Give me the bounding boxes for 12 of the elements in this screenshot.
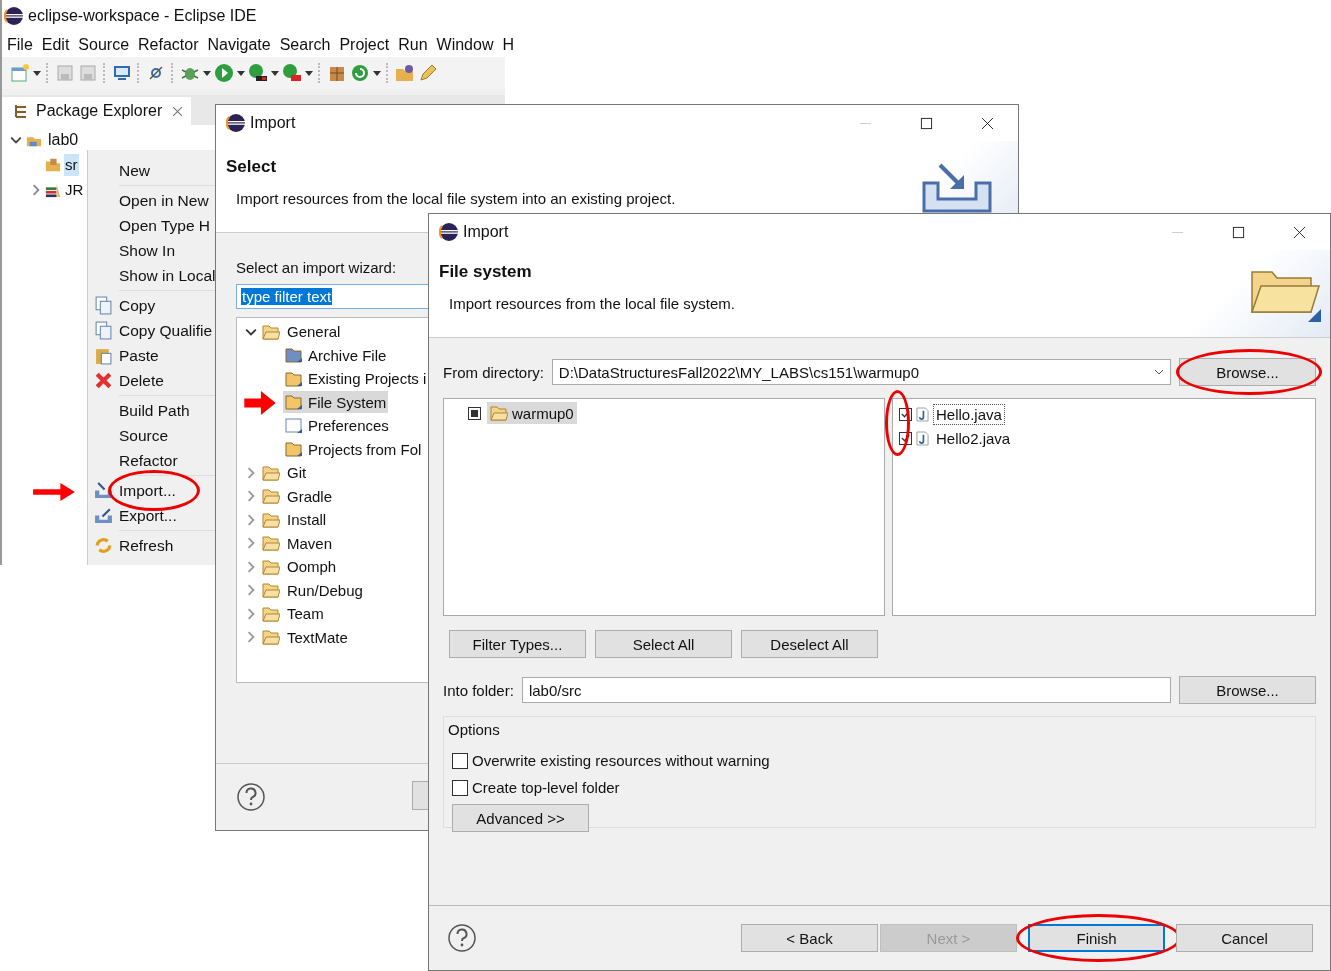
field-label: From directory: <box>443 363 544 381</box>
window-title: eclipse-workspace - Eclipse IDE <box>28 7 257 25</box>
page-heading: Select <box>226 157 278 177</box>
dialog-title: Import <box>463 223 510 241</box>
page-description: Import resources from the local file system into an existing project. <box>235 190 677 207</box>
group-title: Options <box>448 721 500 738</box>
field-label: Select an import wizard: <box>236 259 397 276</box>
field-label: Into folder: <box>443 681 514 699</box>
page-heading: File system <box>439 262 533 282</box>
dialog-title: Import <box>250 114 297 132</box>
tab-label: Package Explorer <box>36 102 163 120</box>
page-description: Import resources from the local file system. <box>448 295 736 312</box>
